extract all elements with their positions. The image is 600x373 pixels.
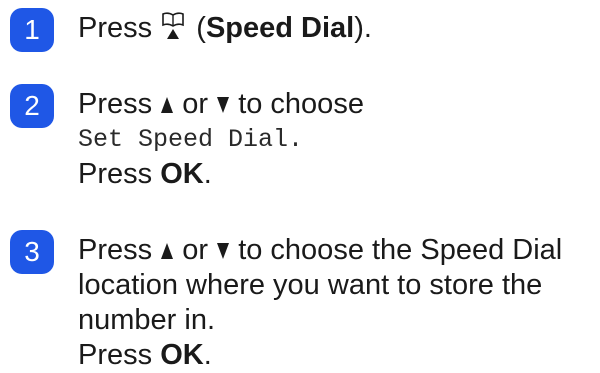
step-number-badge: 1 bbox=[10, 8, 54, 52]
step-3-line-3: number in. bbox=[78, 304, 216, 336]
paren-open: ( bbox=[196, 12, 206, 44]
ok-key-label: OK bbox=[160, 158, 204, 190]
step-3-line-2: location where you want to store the bbox=[78, 269, 543, 301]
or-word: or bbox=[182, 88, 209, 120]
step-2-text: Press or to choose Set Speed Dial. Press… bbox=[78, 87, 598, 192]
up-arrow-icon bbox=[161, 243, 174, 259]
step-3-line-1: Press or to choose the Speed Dial bbox=[78, 233, 598, 268]
to-choose-text: to choose bbox=[238, 88, 364, 120]
press-word: Press bbox=[78, 88, 153, 120]
press-word: Press bbox=[78, 339, 153, 371]
press-word: Press bbox=[78, 234, 153, 266]
ok-key-label: OK bbox=[160, 339, 204, 371]
step-2-line-3: Press OK. bbox=[78, 157, 598, 192]
step-number-badge: 2 bbox=[10, 84, 54, 128]
press-word: Press bbox=[78, 158, 153, 190]
up-arrow-icon bbox=[161, 97, 174, 113]
step-1-line: Press (Speed Dial). bbox=[78, 11, 598, 46]
speed-dial-key-label: Speed Dial bbox=[205, 12, 355, 44]
press-word: Press bbox=[78, 12, 153, 44]
or-word: or bbox=[182, 234, 209, 266]
down-arrow-icon bbox=[217, 243, 230, 259]
step-3-text: Press or to choose the Speed Dial locati… bbox=[78, 233, 598, 373]
step-1-text: Press (Speed Dial). bbox=[78, 11, 598, 46]
step-3-line-4: Press OK. bbox=[78, 338, 598, 373]
paren-close: ). bbox=[354, 12, 372, 44]
step-3-line-1-rest: to choose the Speed Dial bbox=[238, 234, 563, 266]
down-arrow-icon bbox=[217, 97, 230, 113]
lcd-menu-text: Set Speed Dial. bbox=[78, 125, 304, 154]
step-2-line-1: Press or to choose bbox=[78, 87, 598, 122]
period: . bbox=[203, 158, 212, 190]
period: . bbox=[203, 339, 212, 371]
step-number-badge: 3 bbox=[10, 230, 54, 274]
speed-dial-book-icon bbox=[162, 12, 185, 39]
